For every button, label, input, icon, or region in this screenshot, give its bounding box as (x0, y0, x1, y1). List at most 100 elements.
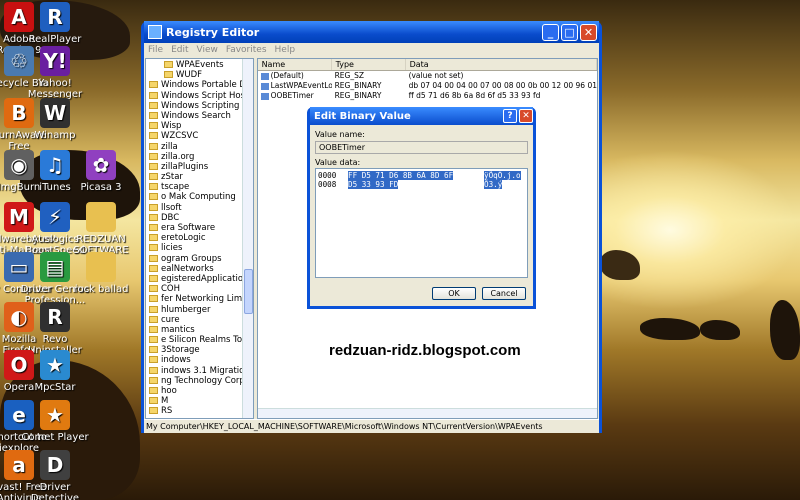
tree-item[interactable]: fer Networking Limited (146, 294, 253, 304)
folder-icon (149, 274, 158, 282)
tree-item[interactable]: o Mak Computing (146, 192, 253, 202)
folder-icon (149, 315, 158, 323)
tree-item[interactable]: Windows Scripting Host (146, 101, 253, 111)
tree-item[interactable]: e Silicon Realms Toolworks (146, 335, 253, 345)
folder-icon (149, 376, 158, 384)
hex-ascii: ÿÕqÖ.j.o (484, 171, 521, 180)
tree-item[interactable]: Windows Portable Devices (146, 80, 253, 90)
tree-item[interactable]: indows (146, 355, 253, 365)
help-button[interactable]: ? (503, 109, 517, 123)
tree-item[interactable]: DBC (146, 213, 253, 223)
hex-bytes-selected: D5 33 93 FD (348, 180, 399, 189)
registry-key-tree[interactable]: WPAEventsWUDFWindows Portable DevicesWin… (145, 58, 254, 419)
desktop-icon[interactable]: ★ Comet Player (20, 400, 90, 443)
tree-item-label: licies (161, 243, 183, 254)
tree-item-label: zillaPlugins (161, 161, 209, 172)
tree-item[interactable]: M (146, 396, 253, 406)
rock-decoration (700, 320, 740, 340)
desktop-icon-label: Yahoo! Messenger (27, 78, 83, 100)
dialog-titlebar[interactable]: Edit Binary Value ? ✕ (310, 107, 533, 125)
desktop-icon[interactable]: rock ballad (66, 252, 136, 295)
column-data-header[interactable]: Data (406, 59, 597, 70)
tree-item[interactable]: Wisp (146, 121, 253, 131)
tree-item[interactable]: egisteredApplications (146, 274, 253, 284)
tree-item[interactable]: tscape (146, 182, 253, 192)
maximize-button[interactable]: □ (561, 23, 578, 41)
folder-icon (149, 366, 158, 374)
tree-item[interactable]: zilla (146, 142, 253, 152)
desktop-icon-label: Comet Player (21, 432, 89, 443)
tree-item[interactable]: WUDF (146, 70, 253, 80)
tree-item[interactable]: ng Technology Corp. (146, 376, 253, 386)
tree-item-label: ng Technology Corp. (161, 375, 248, 386)
value-data-label: Value data: (315, 158, 361, 167)
desktop-icon[interactable]: RRevo Uninstaller (20, 302, 90, 356)
hex-line: 0000 FF D5 71 D6 8B 6A 8D 6F ÿÕqÖ.j.o (318, 171, 525, 180)
regedit-titlebar[interactable]: Registry Editor _ □ ✕ (144, 21, 599, 43)
registry-value-row[interactable]: LastWPAEventLo...REG_BINARY db 07 04 00 0… (258, 81, 597, 91)
close-button[interactable]: ✕ (580, 23, 597, 41)
values-horizontal-scrollbar[interactable] (257, 408, 597, 418)
tree-item[interactable]: ealNetworks (146, 264, 253, 274)
values-list-header: Name Type Data (257, 59, 597, 71)
tree-item[interactable]: era Software (146, 223, 253, 233)
desktop-icon[interactable]: D Driver Detective (20, 450, 90, 500)
tree-vertical-scrollbar[interactable] (241, 59, 253, 418)
desktop-icon-label: Picasa 3 (80, 182, 122, 193)
menu-item[interactable]: File (148, 45, 163, 55)
value-name-text: OOBETimer (270, 91, 314, 100)
menu-item[interactable]: View (197, 45, 218, 55)
menu-item[interactable]: Edit (171, 45, 188, 55)
column-name-header[interactable]: Name (258, 59, 332, 70)
folder-icon (149, 162, 158, 170)
folder-icon (149, 183, 158, 191)
tree-item[interactable]: WZCSVC (146, 131, 253, 141)
tree-item[interactable]: Windows Script Host (146, 91, 253, 101)
menu-item[interactable]: Help (275, 45, 296, 55)
tree-item[interactable]: hoo (146, 386, 253, 396)
folder-icon (149, 295, 158, 303)
desktop-icon[interactable]: REDZUAN SOFTWARE (66, 202, 136, 256)
tree-item[interactable]: zillaPlugins (146, 162, 253, 172)
desktop-icon[interactable]: R RealPlayer (20, 2, 90, 45)
menu-bar: File Edit View Favorites Help (144, 43, 599, 57)
tree-item[interactable]: mantics (146, 325, 253, 335)
tree-item-label: ealNetworks (161, 263, 214, 274)
value-name-field: OOBETimer (315, 141, 528, 154)
ok-button[interactable]: OK (432, 287, 476, 300)
tree-item[interactable]: zStar (146, 172, 253, 182)
tree-item[interactable]: licies (146, 243, 253, 253)
desktop-icon[interactable]: ✿ Picasa 3 (66, 150, 136, 193)
tree-item-label: WUDF (176, 70, 203, 81)
column-type-header[interactable]: Type (332, 59, 406, 70)
tree-item[interactable]: 3Storage (146, 345, 253, 355)
tree-item-label: zStar (161, 172, 183, 183)
registry-value-row[interactable]: (Default) REG_SZ (value not set) (258, 71, 597, 81)
desktop-icon[interactable]: ★ MpcStar (20, 350, 90, 393)
tree-item[interactable]: Windows Search (146, 111, 253, 121)
tree-item[interactable]: eretoLogic (146, 233, 253, 243)
tree-item[interactable]: WPAEvents (146, 60, 253, 70)
value-name-cell: (Default) (258, 71, 332, 81)
registry-value-row[interactable]: OOBETimer REG_BINARY ff d5 71 d6 8b 6a 8d … (258, 91, 597, 101)
tree-item[interactable]: hlumberger (146, 305, 253, 315)
folder-icon (164, 71, 173, 79)
cancel-button[interactable]: Cancel (482, 287, 526, 300)
value-data-cell: (value not set) (408, 71, 464, 80)
tree-item[interactable]: RS (146, 406, 253, 416)
tree-item[interactable]: llsoft (146, 203, 253, 213)
menu-item[interactable]: Favorites (226, 45, 267, 55)
tree-item[interactable]: ogram Groups (146, 254, 253, 264)
tree-item[interactable]: cure (146, 315, 253, 325)
tree-item-label: zilla (161, 141, 178, 152)
minimize-button[interactable]: _ (542, 23, 559, 41)
hex-bytes-selected: FF D5 71 D6 8B 6A 8D 6F (348, 171, 454, 180)
tree-item[interactable]: zilla.org (146, 152, 253, 162)
value-data-hex-editor[interactable]: 0000 FF D5 71 D6 8B 6A 8D 6F ÿÕqÖ.j.o 0008 D… (315, 168, 528, 278)
desktop-icon[interactable]: W Winamp (20, 98, 90, 141)
dialog-close-button[interactable]: ✕ (519, 109, 533, 123)
desktop-icon[interactable]: Y! Yahoo! Messenger (20, 46, 90, 100)
tree-item[interactable]: indows 3.1 Migration Status (146, 366, 253, 376)
scroll-thumb[interactable] (243, 269, 253, 314)
tree-item[interactable]: COH (146, 284, 253, 294)
